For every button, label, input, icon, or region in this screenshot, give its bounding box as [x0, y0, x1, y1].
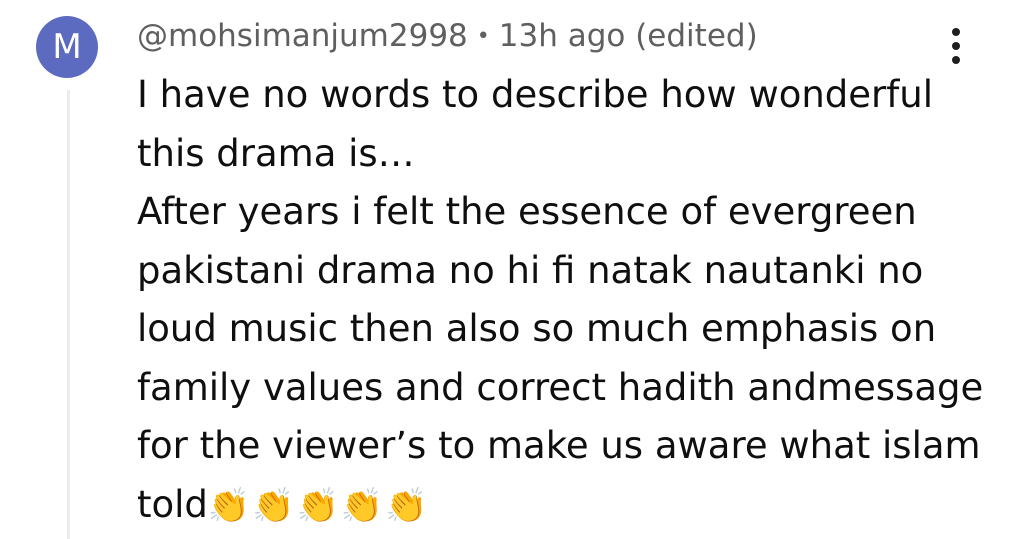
- comment-text-line: family values and correct hadith andmess…: [137, 365, 984, 409]
- comment-card: M @mohsimanjum2998 • 13h ago (edited) I …: [0, 0, 1024, 539]
- author-handle[interactable]: @mohsimanjum2998: [137, 18, 468, 54]
- menu-dot: [952, 42, 960, 50]
- menu-dot: [952, 56, 960, 64]
- thread-line: [67, 90, 70, 539]
- header-separator: •: [476, 23, 490, 49]
- comment-text-line: this drama is…: [137, 131, 415, 175]
- avatar[interactable]: M: [36, 16, 98, 78]
- comment-text-line: for the viewer’s to make us aware what i…: [137, 424, 981, 467]
- comment-text-line: pakistani drama no hi fi natak nautanki …: [137, 248, 924, 292]
- comment-body: I have no words to describe how wonderfu…: [137, 66, 997, 534]
- comment-text-line: I have no words to describe how wonderfu…: [137, 73, 934, 116]
- comment-header: @mohsimanjum2998 • 13h ago (edited): [137, 14, 758, 58]
- comment-text-end: told: [137, 482, 208, 526]
- comment-text-line-last: told👏👏👏👏👏: [137, 476, 997, 535]
- comment-text-line: loud music then also so much emphasis on: [137, 307, 937, 350]
- menu-dot: [952, 28, 960, 36]
- more-vert-icon[interactable]: [938, 22, 974, 70]
- clapping-hands-emoji: 👏👏👏👏👏: [207, 485, 430, 526]
- comment-text-line: After years i felt the essence of evergr…: [137, 190, 917, 233]
- comment-timestamp: 13h ago (edited): [498, 18, 758, 54]
